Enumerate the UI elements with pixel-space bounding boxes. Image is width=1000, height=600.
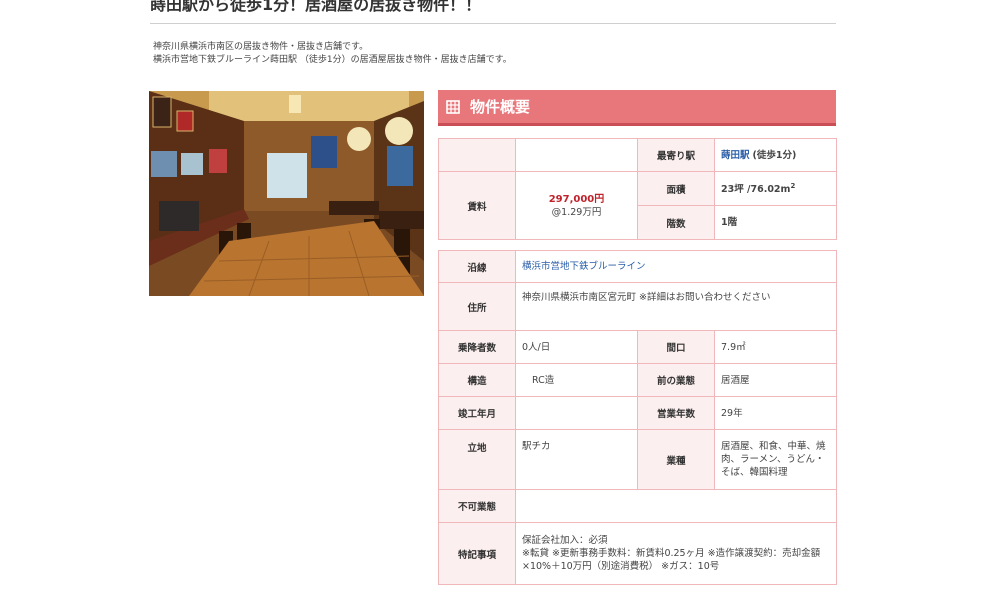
line-value: 横浜市営地下鉄ブルーライン [514, 250, 838, 283]
notes-value: 保証会社加入：必須 ※転貸 ※更新事務手数料：新賃料0.25ヶ月 ※造作譲渡契約… [514, 522, 838, 585]
details-table: 沿線 横浜市営地下鉄ブルーライン 住所 神奈川県横浜市南区宮元町 ※詳細はお問い… [438, 250, 838, 585]
frontage-value: 7.9㎡ [713, 330, 838, 364]
years-label: 営業年数 [637, 396, 715, 430]
summary-blank-value [515, 138, 638, 172]
line-label: 沿線 [438, 250, 516, 283]
passengers-label: 乗降者数 [438, 330, 516, 364]
area-label: 面積 [637, 171, 715, 206]
area-value: 23坪 /76.02m2 [714, 171, 837, 206]
station-walk: (徒歩1分) [752, 149, 797, 161]
location-value: 駅チカ [515, 429, 638, 490]
intro-line-2: 横浜市営地下鉄ブルーライン蒔田駅 （徒歩1分）の居酒屋居抜き物件・居抜き店舗です… [153, 55, 512, 65]
notes-line-1: 保証会社加入：必須 [522, 535, 608, 546]
intro-text: 神奈川県横浜市南区の居抜き物件・居抜き店舗です。 横浜市営地下鉄ブルーライン蒔田… [153, 41, 512, 67]
passengers-value: 0人/日 [515, 330, 638, 364]
built-value [515, 396, 638, 430]
location-label: 立地 [438, 429, 516, 490]
station-link[interactable]: 蒔田駅 [721, 150, 750, 161]
area-text: 23坪 /76.02m [721, 184, 791, 196]
notes-line-2: ※転貸 ※更新事務手数料：新賃料0.25ヶ月 ※造作譲渡契約：売却金額 [522, 548, 821, 559]
years-value: 29年 [713, 396, 838, 430]
rent-value: 297,000円 @1.29万円 [515, 171, 638, 240]
page-title: 蒔田駅から徒歩1分！居酒屋の居抜き物件！！ [150, 0, 836, 24]
section-header: 物件概要 [438, 90, 836, 126]
notes-label: 特記事項 [438, 522, 516, 585]
address-value: 神奈川県横浜市南区宮元町 ※詳細はお問い合わせください [514, 282, 838, 331]
notes-line-3: ×10%＋10万円（別途消費税） ※ガス：10号 [522, 561, 720, 572]
category-value: 居酒屋、和食、中華、焼肉、ラーメン、うどん・そば、韓国料理 [713, 429, 838, 490]
area-superscript: 2 [790, 182, 796, 191]
built-label: 竣工年月 [438, 396, 516, 430]
structure-label: 構造 [438, 363, 516, 397]
floor-label: 階数 [637, 205, 715, 240]
prev-business-label: 前の業態 [637, 363, 715, 397]
summary-table: 最寄り駅 蒔田駅 (徒歩1分) 賃料 297,000円 @1.29万円 面積 2… [438, 138, 837, 240]
rent-per-tsubo: @1.29万円 [551, 206, 602, 218]
rent-label: 賃料 [438, 171, 516, 240]
floor-value: 1階 [714, 205, 837, 240]
rent-price: 297,000円 [548, 193, 605, 205]
restaurant-interior-image [149, 91, 424, 296]
category-label: 業種 [637, 429, 715, 490]
address-label: 住所 [438, 282, 516, 331]
summary-blank-label [438, 138, 516, 172]
intro-line-1: 神奈川県横浜市南区の居抜き物件・居抜き店舗です。 [153, 42, 369, 52]
section-title: 物件概要 [470, 98, 531, 116]
station-label: 最寄り駅 [637, 138, 715, 172]
station-value: 蒔田駅 (徒歩1分) [714, 138, 837, 172]
prohibited-value [514, 489, 838, 523]
line-link[interactable]: 横浜市営地下鉄ブルーライン [522, 261, 646, 272]
prohibited-label: 不可業態 [438, 489, 516, 523]
prev-business-value: 居酒屋 [713, 363, 838, 397]
frontage-label: 間口 [637, 330, 715, 364]
building-icon [446, 99, 460, 114]
structure-value: RC造 [515, 363, 638, 397]
property-photo[interactable] [149, 91, 424, 296]
